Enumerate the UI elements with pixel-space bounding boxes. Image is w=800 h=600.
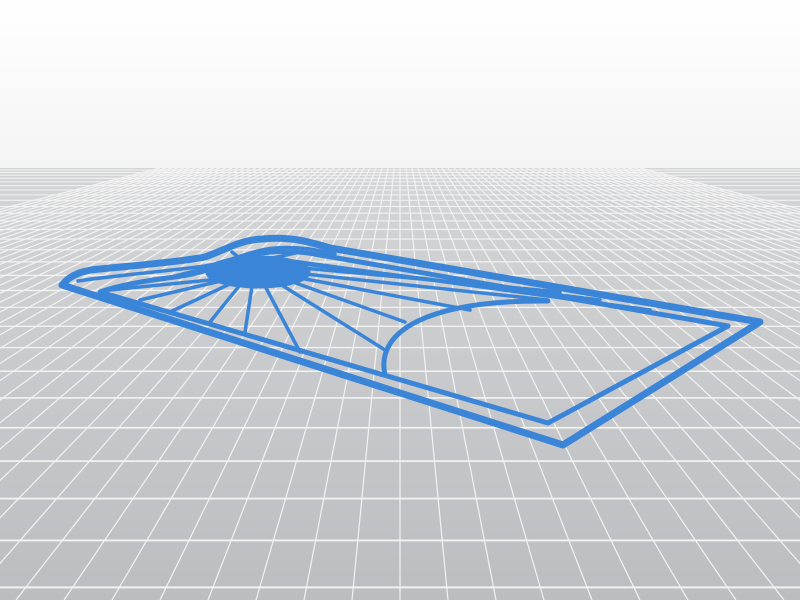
model-viewport[interactable] <box>0 0 800 600</box>
